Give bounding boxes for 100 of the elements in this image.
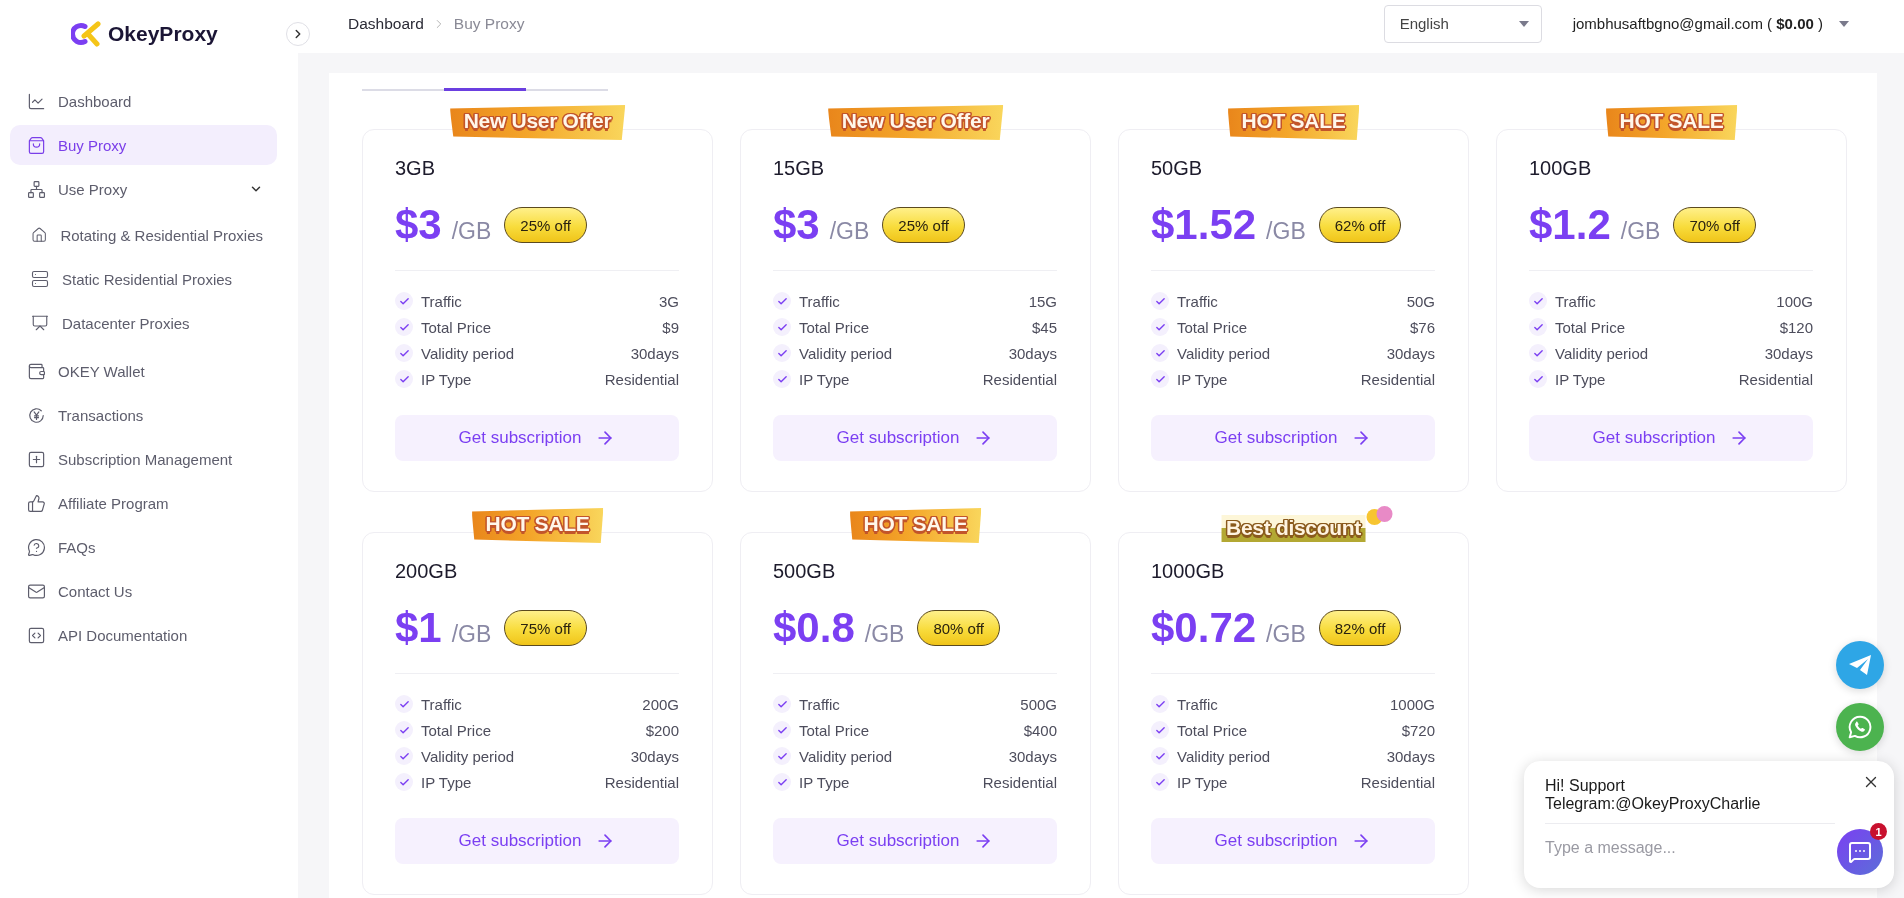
offer-ribbon: New User Offer — [827, 105, 1004, 140]
feature-label: IP Type — [421, 773, 473, 791]
code-icon — [27, 625, 46, 645]
feature-label: Traffic — [799, 695, 841, 713]
plan-price: $1.2 — [1529, 201, 1611, 249]
logo-text: OkeyProxy — [108, 21, 218, 47]
subscribe-button[interactable]: Get subscription — [773, 415, 1057, 461]
feature-label: Validity period — [799, 344, 894, 362]
caret-down-icon — [1839, 20, 1849, 27]
language-select[interactable]: English — [1383, 4, 1542, 43]
subscribe-button[interactable]: Get subscription — [1151, 415, 1435, 461]
offer-ribbon: HOT SALE — [471, 508, 604, 543]
feature-value: $9 — [662, 318, 679, 336]
plan-size: 50GB — [1151, 156, 1204, 181]
plan-size: 100GB — [1529, 156, 1593, 181]
offer-ribbon: HOT SALE — [1605, 105, 1738, 140]
sidebar-item[interactable]: API Documentation — [10, 615, 277, 655]
sidebar-item[interactable]: Datacenter Proxies — [10, 303, 277, 343]
plan-price: $0.8 — [773, 604, 855, 652]
subscribe-button[interactable]: Get subscription — [395, 818, 679, 864]
chart-icon — [27, 91, 46, 111]
sidebar-item[interactable]: Static Residential Proxies — [10, 259, 277, 299]
subscribe-button[interactable]: Get subscription — [1151, 818, 1435, 864]
chat-message: Hi! Support Telegram:@OkeyProxyCharlie — [1545, 777, 1762, 813]
sidebar-item[interactable]: OKEY Wallet — [10, 351, 277, 391]
sidebar-item[interactable]: Subscription Management — [10, 439, 277, 479]
price-unit: /GB — [1266, 623, 1306, 646]
check-icon — [1151, 292, 1169, 310]
offer-ribbon: HOT SALE — [849, 508, 982, 543]
balloon-icon — [1366, 505, 1394, 527]
check-icon — [395, 318, 413, 336]
feature-value: $200 — [645, 721, 679, 739]
check-icon — [1151, 318, 1169, 336]
plan-size: 1000GB — [1151, 559, 1226, 584]
feature-value: Residential — [1360, 773, 1435, 791]
feature-label: Traffic — [799, 292, 841, 310]
plan-size: 3GB — [395, 156, 437, 181]
collapse-button[interactable] — [286, 22, 310, 46]
feature-label: Traffic — [1555, 292, 1597, 310]
feature-value: $720 — [1401, 721, 1435, 739]
feature-label: Traffic — [421, 695, 463, 713]
check-icon — [773, 318, 791, 336]
feature-value: 30days — [1764, 344, 1813, 362]
phone-bubble-icon — [1847, 714, 1873, 740]
check-icon — [1529, 344, 1547, 362]
presentation-icon — [31, 314, 49, 332]
price-unit: /GB — [451, 623, 492, 646]
check-icon — [1151, 370, 1169, 388]
feature-value: Residential — [604, 773, 679, 791]
breadcrumb-item: Buy Proxy — [453, 14, 525, 33]
message-input[interactable]: Type a message... — [1545, 828, 1815, 868]
feature-value: 30days — [630, 747, 679, 765]
sidebar-item[interactable]: Transactions — [10, 395, 277, 435]
check-icon — [1151, 747, 1169, 765]
sidebar-item[interactable]: Use Proxy — [10, 169, 277, 209]
network-icon — [27, 179, 46, 199]
sidebar-item[interactable]: Contact Us — [10, 571, 277, 611]
check-icon — [773, 773, 791, 791]
discount-badge: 82% off — [1318, 610, 1402, 646]
feature-value: 100G — [1776, 292, 1813, 310]
feature-label: Validity period — [1555, 344, 1650, 362]
check-icon — [395, 773, 413, 791]
feature-value: 1000G — [1389, 695, 1435, 713]
feature-value: 30days — [1386, 747, 1435, 765]
feature-value: 500G — [1020, 695, 1057, 713]
plus-square-icon — [27, 449, 46, 469]
account-menu[interactable]: jombhusaftbgno@gmail.com ( $0.00 ) — [1572, 15, 1849, 32]
feature-value: 30days — [630, 344, 679, 362]
discount-badge: 62% off — [1318, 207, 1402, 243]
check-icon — [1151, 344, 1169, 362]
subscribe-button[interactable]: Get subscription — [395, 415, 679, 461]
check-icon — [773, 747, 791, 765]
plan-price: $3 — [773, 201, 820, 249]
sidebar-item[interactable]: Affiliate Program — [10, 483, 277, 523]
subscribe-button[interactable]: Get subscription — [773, 818, 1057, 864]
check-icon — [395, 695, 413, 713]
thumbs-up-icon — [27, 493, 46, 513]
feature-value: $120 — [1779, 318, 1813, 336]
plan-size: 500GB — [773, 559, 837, 584]
feature-value: 30days — [1386, 344, 1435, 362]
sidebar-item[interactable]: Dashboard — [10, 81, 277, 121]
sidebar-item[interactable]: Rotating & Residential Proxies — [10, 215, 277, 255]
plan-size: 200GB — [395, 559, 459, 584]
subscribe-button[interactable]: Get subscription — [1529, 415, 1813, 461]
sidebar-item[interactable]: FAQs — [10, 527, 277, 567]
feature-value: Residential — [1738, 370, 1813, 388]
breadcrumb-item[interactable]: Dashboard — [348, 14, 424, 33]
check-icon — [773, 370, 791, 388]
plan-price: $1.52 — [1151, 201, 1257, 249]
check-icon — [1529, 318, 1547, 336]
feature-label: Total Price — [799, 318, 871, 336]
logo-icon — [71, 21, 102, 47]
feature-value: Residential — [982, 773, 1057, 791]
feature-label: Total Price — [1177, 721, 1249, 739]
discount-badge: 80% off — [917, 610, 1000, 646]
sidebar-item[interactable]: Buy Proxy — [10, 125, 277, 165]
price-unit: /GB — [1266, 220, 1306, 243]
feature-value: $45 — [1031, 318, 1057, 336]
price-unit: /GB — [451, 220, 492, 243]
check-icon — [773, 721, 791, 739]
